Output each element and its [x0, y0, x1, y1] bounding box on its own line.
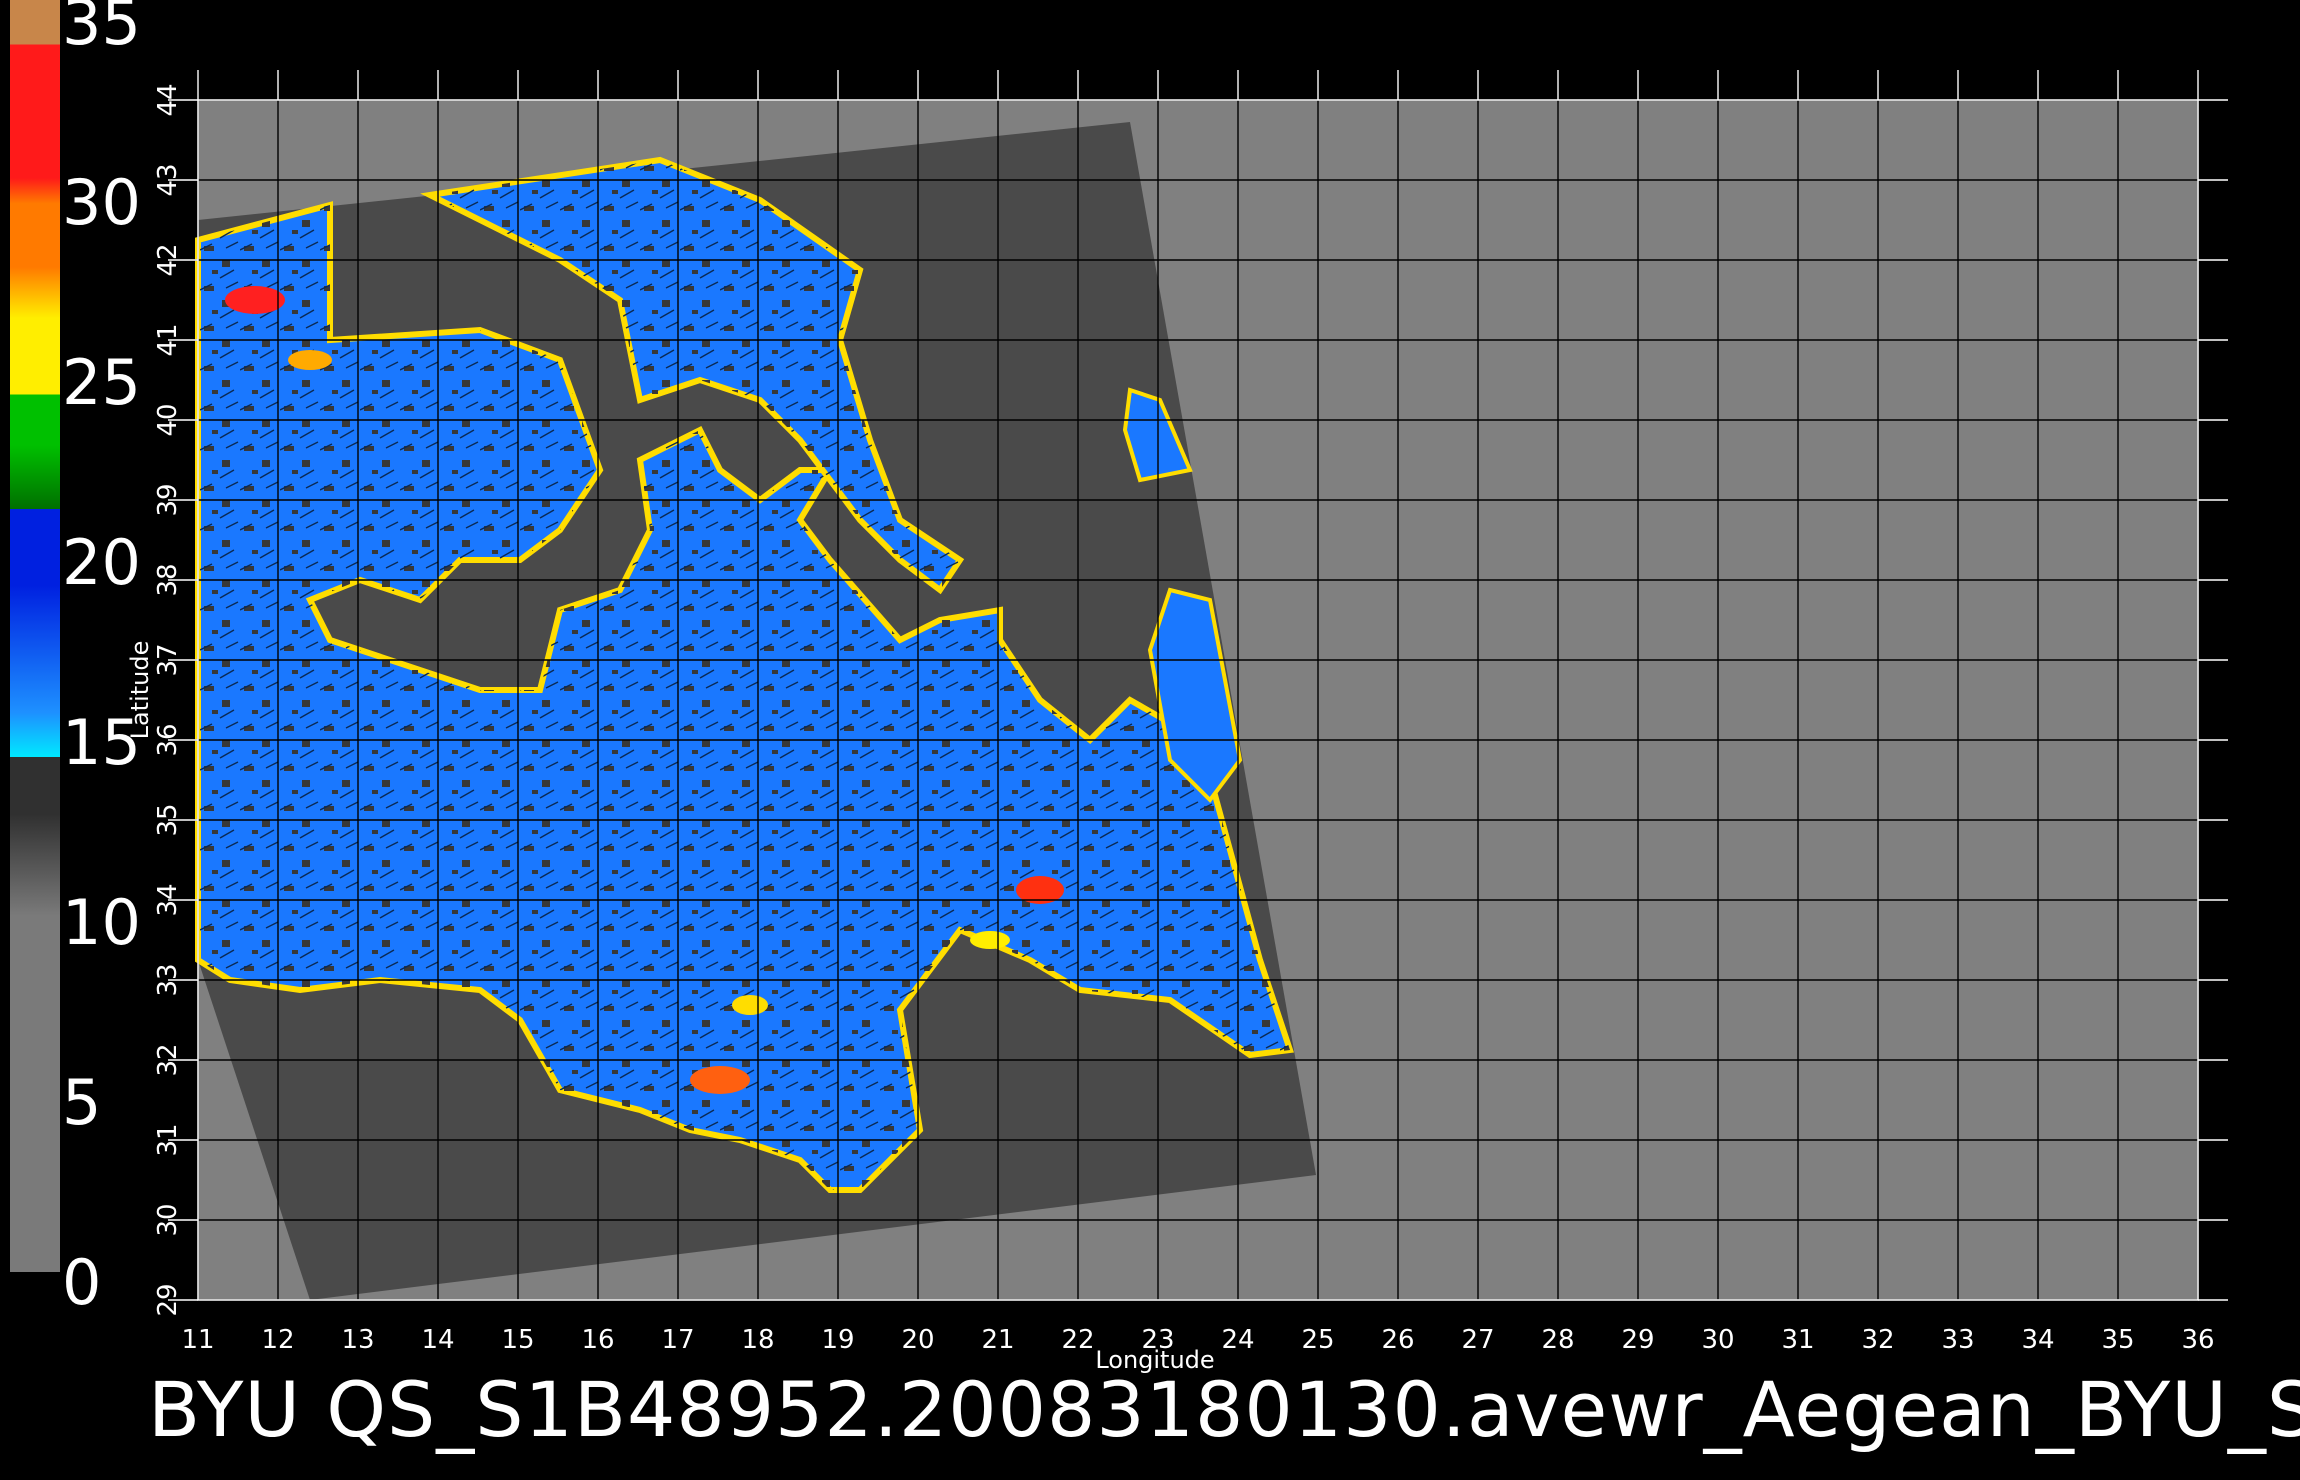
y-tick-label: 37 — [153, 643, 183, 676]
y-tick-label: 40 — [153, 403, 183, 436]
x-tick-label: 25 — [1301, 1325, 1334, 1355]
y-axis-label: Latitude — [126, 641, 154, 740]
x-tick-label: 15 — [501, 1325, 534, 1355]
x-tick-label: 34 — [2021, 1325, 2054, 1355]
x-tick-label: 20 — [901, 1325, 934, 1355]
x-tick-label: 21 — [981, 1325, 1014, 1355]
wind-speed-map: 11 12 13 14 15 16 17 18 19 20 21 22 23 24 25 26 27 28 29 30… — [126, 70, 2228, 1374]
x-tick-label: 17 — [661, 1325, 694, 1355]
x-tick-label: 36 — [2181, 1325, 2214, 1355]
x-tick-label: 35 — [2101, 1325, 2134, 1355]
y-tick-label: 39 — [153, 483, 183, 516]
x-tick-label: 28 — [1541, 1325, 1574, 1355]
x-tick-label: 29 — [1621, 1325, 1654, 1355]
y-tick-label: 31 — [153, 1123, 183, 1156]
y-tick-label: 42 — [153, 243, 183, 276]
x-tick-label: 18 — [741, 1325, 774, 1355]
x-tick-label: 33 — [1941, 1325, 1974, 1355]
y-tick-label: 36 — [153, 723, 183, 756]
y-tick-label: 41 — [153, 323, 183, 356]
y-tick-label: 34 — [153, 883, 183, 916]
x-tick-label: 12 — [261, 1325, 294, 1355]
x-tick-label: 14 — [421, 1325, 454, 1355]
x-tick-label: 19 — [821, 1325, 854, 1355]
y-tick-label: 38 — [153, 563, 183, 596]
x-tick-label: 13 — [341, 1325, 374, 1355]
x-tick-label: 22 — [1061, 1325, 1094, 1355]
y-tick-label: 35 — [153, 803, 183, 836]
y-tick-label: 33 — [153, 963, 183, 996]
x-tick-label: 11 — [181, 1325, 214, 1355]
x-tick-label: 26 — [1381, 1325, 1414, 1355]
x-tick-label: 32 — [1861, 1325, 1894, 1355]
y-tick-label: 44 — [153, 83, 183, 116]
x-tick-label: 30 — [1701, 1325, 1734, 1355]
y-tick-label: 43 — [153, 163, 183, 196]
x-tick-label: 31 — [1781, 1325, 1814, 1355]
y-tick-label: 29 — [153, 1283, 183, 1316]
x-tick-label: 16 — [581, 1325, 614, 1355]
x-tick-label: 24 — [1221, 1325, 1254, 1355]
y-tick-label: 30 — [153, 1203, 183, 1236]
x-tick-label: 27 — [1461, 1325, 1494, 1355]
image-caption: BYU QS_S1B48952.20083180130.avewr_Aegean… — [148, 1365, 2300, 1454]
y-tick-label: 32 — [153, 1043, 183, 1076]
